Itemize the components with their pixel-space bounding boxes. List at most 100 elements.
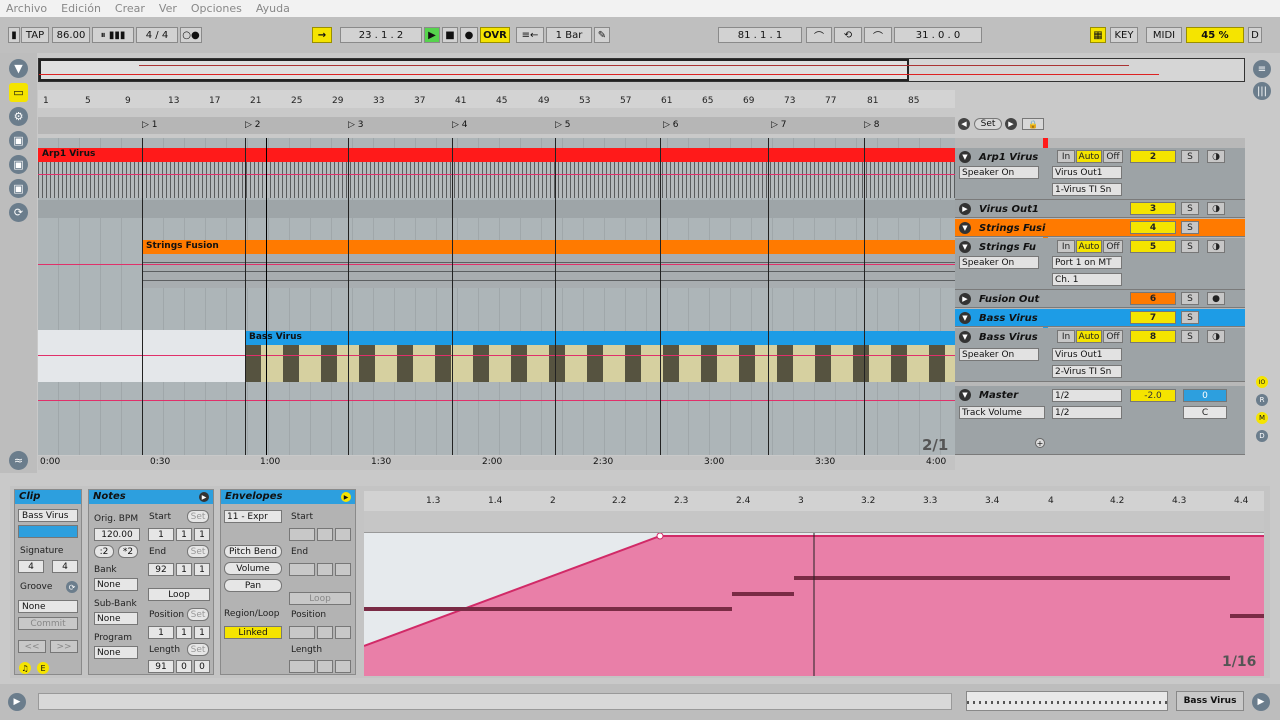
env-end-sixteenth[interactable] [335, 563, 351, 576]
track-strings-fu[interactable]: ▼ Strings Fu Speaker On In Auto Off Port … [955, 238, 1245, 290]
tempo-field[interactable]: 86.00 [52, 27, 90, 43]
arrangement-area[interactable]: Arp1 Virus Strings Fusion Bass Virus 2/1 [38, 138, 955, 455]
end-beat-field[interactable]: 1 [176, 563, 192, 576]
ext-sync-icon[interactable]: ▮ [8, 27, 20, 43]
record-icon[interactable]: ● [460, 27, 478, 43]
fold-icon[interactable]: ▼ [959, 222, 971, 234]
track-number-button[interactable]: 2 [1130, 150, 1176, 163]
monitor-off-button[interactable]: Off [1103, 330, 1123, 343]
automation-parameter-select[interactable]: Track Volume [959, 406, 1045, 419]
next-locator-icon[interactable]: ▶ [1005, 118, 1017, 130]
song-position-field[interactable]: 23 . 1 . 2 [340, 27, 422, 43]
overdub-button[interactable]: OVR [480, 27, 510, 43]
env-loop-button[interactable]: Loop [289, 592, 351, 605]
env-start-sixteenth[interactable] [335, 528, 351, 541]
clip-arp1-virus[interactable]: Arp1 Virus [38, 148, 955, 162]
monitor-auto-button[interactable]: Auto [1076, 330, 1102, 343]
groove-select[interactable]: None [18, 600, 78, 613]
note-bar[interactable] [364, 607, 732, 611]
output-type-select[interactable]: Virus Out1 [1052, 166, 1122, 179]
clip-color-select[interactable] [18, 525, 78, 538]
groove-hotswap-icon[interactable]: ⟳ [66, 581, 78, 593]
track-number-button[interactable]: 7 [1130, 311, 1176, 324]
fold-icon[interactable]: ▼ [959, 151, 971, 163]
menu-opciones[interactable]: Opciones [191, 2, 242, 15]
menu-ayuda[interactable]: Ayuda [256, 2, 290, 15]
prev-clip-icon[interactable]: << [18, 640, 46, 653]
volume-button[interactable]: Volume [224, 562, 282, 575]
loop-length-field[interactable]: 31 . 0 . 0 [894, 27, 982, 43]
monitor-in-button[interactable]: In [1057, 150, 1075, 163]
start-bar-field[interactable]: 1 [148, 528, 174, 541]
envelope-breakpoint[interactable] [656, 533, 664, 540]
arm-icon[interactable]: ◑ [1207, 330, 1225, 343]
position-bar-field[interactable]: 1 [148, 626, 174, 639]
set-end-button[interactable]: Set [187, 545, 209, 558]
track-virus-out1[interactable]: ▶ Virus Out1 3 S ◑ [955, 200, 1245, 218]
fold-icon[interactable]: ▼ [959, 389, 971, 401]
envelope-canvas[interactable] [364, 533, 1264, 676]
start-beat-field[interactable]: 1 [176, 528, 192, 541]
linked-button[interactable]: Linked [224, 626, 282, 639]
time-ruler[interactable]: 0:00 0:30 1:00 1:30 2:00 2:30 3:00 3:30 … [38, 456, 955, 470]
track-arp1-virus[interactable]: ▼ Arp1 Virus Speaker On In Auto Off Virus… [955, 148, 1245, 200]
track-master[interactable]: ▼ Master Track Volume 1/2 1/2 -2.0 0 C + [955, 386, 1245, 455]
metronome-icon[interactable]: ○● [180, 27, 202, 43]
locator-8[interactable]: ▷ 8 [864, 120, 880, 130]
pan-button[interactable]: Pan [224, 579, 282, 592]
delay-toggle-icon[interactable]: D [1256, 430, 1268, 442]
punch-in-icon[interactable]: ⌒ [806, 27, 832, 43]
half-bpm-button[interactable]: :2 [94, 545, 114, 558]
track-name[interactable]: ▶ Virus Out1 [959, 202, 1049, 216]
env-length-beat[interactable] [317, 660, 333, 673]
locator-bar[interactable]: ▷ 1 ▷ 2 ▷ 3 ▷ 4 ▷ 5 ▷ 6 ▷ 7 ▷ 8 [38, 117, 955, 134]
locator-2[interactable]: ▷ 2 [245, 120, 261, 130]
monitor-select[interactable]: Speaker On [959, 256, 1039, 269]
track-name[interactable]: ▼ Master [959, 388, 1049, 402]
clip-bass-virus[interactable]: Bass Virus [245, 331, 955, 345]
arm-icon[interactable]: ◑ [1207, 202, 1225, 215]
io-toggle-icon[interactable]: IO [1256, 376, 1268, 388]
midi-map-button[interactable]: MIDI [1146, 27, 1182, 43]
solo-button[interactable]: S [1181, 330, 1199, 343]
envelope-control-select[interactable]: 11 - Expr [224, 510, 282, 523]
tap-button[interactable]: TAP [21, 27, 49, 43]
track-name[interactable]: ▼ Bass Virus [959, 330, 1049, 344]
env-start-bar[interactable] [289, 528, 315, 541]
master-volume-field[interactable]: -2.0 [1130, 389, 1176, 402]
menu-ver[interactable]: Ver [159, 2, 177, 15]
hotswap-icon[interactable]: ⟳ [9, 203, 28, 222]
env-end-beat[interactable] [317, 563, 333, 576]
show-clip-view-icon[interactable]: ▶ [8, 693, 26, 711]
note-bar[interactable] [732, 592, 794, 596]
plugin-devices-icon[interactable]: ⚙ [9, 107, 28, 126]
follow-icon[interactable]: → [312, 27, 332, 43]
master-pan-field[interactable]: C [1183, 406, 1227, 419]
length-beat-field[interactable]: 0 [176, 660, 192, 673]
length-sixteenth-field[interactable]: 0 [194, 660, 210, 673]
monitor-off-button[interactable]: Off [1103, 150, 1123, 163]
quantize-menu-icon[interactable]: ≡← [516, 27, 544, 43]
play-icon[interactable]: ▶ [424, 27, 440, 43]
sig-numerator-field[interactable]: 4 [18, 560, 44, 573]
menu-edicion[interactable]: Edición [61, 2, 101, 15]
clip-name-field[interactable]: Bass Virus [18, 509, 78, 522]
track-bass-virus-group[interactable]: ▼ Bass Virus 7 S [955, 309, 1245, 327]
arm-icon[interactable]: ● [1207, 292, 1225, 305]
track-number-button[interactable]: 5 [1130, 240, 1176, 253]
fold-icon[interactable]: ▶ [959, 203, 971, 215]
double-bpm-button[interactable]: *2 [118, 545, 138, 558]
track-number-button[interactable]: 6 [1130, 292, 1176, 305]
orig-bpm-field[interactable]: 120.00 [94, 528, 140, 541]
fold-icon[interactable]: ▼ [959, 241, 971, 253]
track-number-button[interactable]: 8 [1130, 330, 1176, 343]
locator-5[interactable]: ▷ 5 [555, 120, 571, 130]
solo-button[interactable]: S [1181, 202, 1199, 215]
locator-3[interactable]: ▷ 3 [348, 120, 364, 130]
start-sixteenth-field[interactable]: 1 [194, 528, 210, 541]
commit-button[interactable]: Commit [18, 617, 78, 630]
note-bar[interactable] [1230, 614, 1264, 618]
envelopes-menu-icon[interactable]: ▶ [341, 492, 351, 502]
subbank-select[interactable]: None [94, 612, 138, 625]
return-toggle-icon[interactable]: R [1256, 394, 1268, 406]
